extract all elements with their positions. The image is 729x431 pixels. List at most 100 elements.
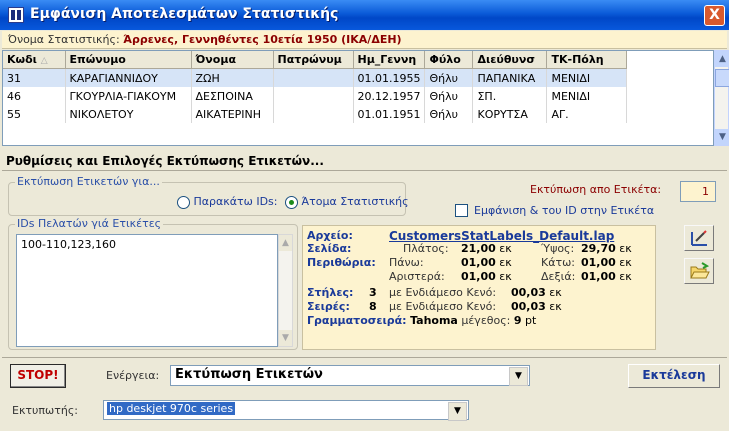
table-cell[interactable]: 46 xyxy=(3,87,66,105)
radio-people-label[interactable]: Άτομα Στατιστικής xyxy=(302,195,409,208)
radio-people-button[interactable] xyxy=(285,195,298,209)
table-cell[interactable]: Θήλυ xyxy=(424,87,474,105)
columns-gap-value: 00,03 εκ xyxy=(511,286,562,299)
table-cell[interactable]: ΣΠ. xyxy=(472,87,548,105)
table-cell[interactable]: ΖΩΗ xyxy=(191,68,274,87)
table-row[interactable]: 31 ΚΑΡΑΓΙΑΝΝΙΔΟΥ ΖΩΗ 01.01.1955 Θήλυ ΠΑΠ… xyxy=(3,68,628,87)
radio-people[interactable]: Άτομα Στατιστικής xyxy=(285,195,409,209)
radio-ids[interactable]: Παρακάτω IDs: xyxy=(177,195,277,209)
top-label: Πάνω: xyxy=(389,256,424,269)
column-header-zip-city[interactable]: ΤΚ-Πόλη xyxy=(546,51,628,69)
table-cell[interactable]: Θήλυ xyxy=(424,68,474,87)
dropdown-arrow-icon[interactable]: ▼ xyxy=(448,402,467,421)
width-value: 21,00 εκ xyxy=(461,242,512,255)
table-cell[interactable]: 01.01.1955 xyxy=(353,68,426,87)
table-cell[interactable]: ΑΙΚΑΤΕΡΙΝΗ xyxy=(191,105,274,123)
left-value: 01,00 εκ xyxy=(461,270,512,283)
margins-label: Περιθώρια: xyxy=(307,256,376,269)
statistic-name-value: Άρρενες, Γεννηθέντες 10ετία 1950 (ΙΚΑ/ΔΕ… xyxy=(123,33,402,46)
columns-gap-label: με Ενδιάμεσο Κενό: xyxy=(389,286,497,299)
table-cell[interactable]: ΑΓ. xyxy=(546,105,628,123)
left-label: Αριστερά: xyxy=(389,270,445,283)
start-label-input[interactable]: 1 xyxy=(680,181,716,202)
column-header-address[interactable]: Διεύθυνσ xyxy=(472,51,548,69)
action-label: Ενέργεια: xyxy=(106,369,160,382)
file-label: Αρχείο: xyxy=(307,229,353,242)
app-icon xyxy=(8,7,24,23)
table-cell[interactable]: ΔΕΣΠΟΙΝΑ xyxy=(191,87,274,105)
scroll-down-icon[interactable]: ▼ xyxy=(715,129,729,145)
table-cell[interactable]: 31 xyxy=(3,68,66,87)
results-grid[interactable]: Κωδι △ Επώνυμο Όνομα Πατρώνυμ Ημ_Γεννη Φ… xyxy=(2,50,714,146)
columns-value: 3 xyxy=(369,286,377,299)
page-label: Σελίδα: xyxy=(307,242,352,255)
divider xyxy=(2,170,727,171)
height-label: Ύψος: xyxy=(541,242,575,255)
table-cell[interactable]: ΚΑΡΑΓΙΑΝΝΙΔΟΥ xyxy=(65,68,192,87)
scroll-down-icon[interactable]: ▼ xyxy=(279,330,292,346)
execute-button[interactable]: Εκτέλεση xyxy=(628,364,720,388)
divider xyxy=(2,357,727,358)
table-cell[interactable]: 20.12.1957 xyxy=(353,87,426,105)
dropdown-arrow-icon[interactable]: ▼ xyxy=(509,367,528,386)
start-label-label: Εκτύπωση απο Ετικέτα: xyxy=(530,183,662,196)
group-title: IDs Πελατών γιά Ετικέτες xyxy=(15,217,164,230)
show-id-label[interactable]: Εμφάνιση & του ID στην Ετικέτα xyxy=(474,204,654,217)
statistic-name-row: Όνομα Στατιστικής: Άρρενες, Γεννηθέντες … xyxy=(2,31,727,49)
table-cell[interactable]: ΝΙΚΟΛΕΤΟΥ xyxy=(65,105,192,123)
section-title: Ρυθμίσεις και Επιλογές Εκτύπωσης Ετικετώ… xyxy=(6,154,324,168)
table-cell[interactable]: ΓΚΟΥΡΛΙΑ-ΓΙΑΚΟΥΜ xyxy=(65,87,192,105)
label-layout-info: Αρχείο: CustomersStatLabels_Default.lap … xyxy=(302,225,656,350)
ids-textarea[interactable]: 100-110,123,160 xyxy=(16,234,278,347)
radio-ids-button[interactable] xyxy=(177,195,190,209)
scroll-up-icon[interactable]: ▲ xyxy=(715,51,729,67)
printer-select-value: hp deskjet 970c series xyxy=(107,402,236,415)
column-header-code[interactable]: Κωδι △ xyxy=(3,51,66,69)
show-id-checkbox[interactable] xyxy=(455,204,468,217)
font-line: Γραμματοσειρά: Tahoma μέγεθος: 9 pt xyxy=(307,314,537,327)
rows-label: Σειρές: xyxy=(307,300,350,313)
bottom-value: 01,00 εκ xyxy=(581,256,632,269)
table-cell[interactable]: ΜΕΝΙΔΙ xyxy=(546,87,628,105)
table-cell[interactable]: Θήλυ xyxy=(424,105,474,123)
close-button[interactable]: X xyxy=(704,5,725,26)
rows-gap-label: με Ενδιάμεσο Κενό: xyxy=(389,300,497,313)
column-header-surname[interactable]: Επώνυμο xyxy=(65,51,192,69)
table-cell[interactable]: ΠΑΠΑΝΙΚΑ xyxy=(472,68,548,87)
table-row[interactable]: 46 ΓΚΟΥΡΛΙΑ-ΓΙΑΚΟΥΜ ΔΕΣΠΟΙΝΑ 20.12.1957 … xyxy=(3,87,628,105)
stop-button[interactable]: STOP! xyxy=(10,364,66,388)
rows-value: 8 xyxy=(369,300,377,313)
edit-layout-icon xyxy=(691,230,707,246)
print-for-group: Εκτύπωση Ετικετών για... Παρακάτω IDs: Ά… xyxy=(8,175,409,216)
file-value: CustomersStatLabels_Default.lap xyxy=(389,229,615,243)
ids-scrollbar[interactable]: ▲ ▼ xyxy=(278,234,293,347)
bottom-label: Κάτω: xyxy=(541,256,576,269)
rows-gap-value: 00,03 εκ xyxy=(511,300,562,313)
table-row[interactable]: 55 ΝΙΚΟΛΕΤΟΥ ΑΙΚΑΤΕΡΙΝΗ 01.01.1951 Θήλυ … xyxy=(3,105,628,123)
action-select[interactable]: Εκτύπωση Ετικετών ▼ xyxy=(170,365,530,386)
right-label: Δεξιά: xyxy=(541,270,576,283)
width-label: Πλάτος: xyxy=(403,242,449,255)
statistic-name-label: Όνομα Στατιστικής: xyxy=(8,33,120,46)
table-cell[interactable] xyxy=(273,105,354,123)
table-cell[interactable]: 01.01.1951 xyxy=(353,105,426,123)
action-select-value: Εκτύπωση Ετικετών xyxy=(175,367,323,382)
scroll-thumb[interactable] xyxy=(715,69,729,87)
scroll-up-icon[interactable]: ▲ xyxy=(279,235,292,251)
edit-layout-button[interactable] xyxy=(684,225,714,251)
column-header-birthdate[interactable]: Ημ_Γεννη xyxy=(353,51,426,69)
open-file-button[interactable] xyxy=(684,258,714,284)
table-cell[interactable] xyxy=(273,68,354,87)
window-title: Εμφάνιση Αποτελεσμάτων Στατιστικής xyxy=(30,6,339,22)
radio-ids-label[interactable]: Παρακάτω IDs: xyxy=(194,195,278,208)
column-header-name[interactable]: Όνομα xyxy=(191,51,274,69)
table-cell[interactable]: ΜΕΝΙΔΙ xyxy=(546,68,628,87)
table-cell[interactable]: 55 xyxy=(3,105,66,123)
column-header-fathername[interactable]: Πατρώνυμ xyxy=(273,51,354,69)
printer-select[interactable]: hp deskjet 970c series ▼ xyxy=(103,400,469,421)
column-header-gender[interactable]: Φύλο xyxy=(424,51,474,69)
table-cell[interactable] xyxy=(273,87,354,105)
open-folder-icon xyxy=(690,262,710,279)
table-cell[interactable]: ΚΟΡΥΤΣΑ xyxy=(472,105,548,123)
grid-scrollbar[interactable]: ▲ ▼ xyxy=(714,50,729,146)
